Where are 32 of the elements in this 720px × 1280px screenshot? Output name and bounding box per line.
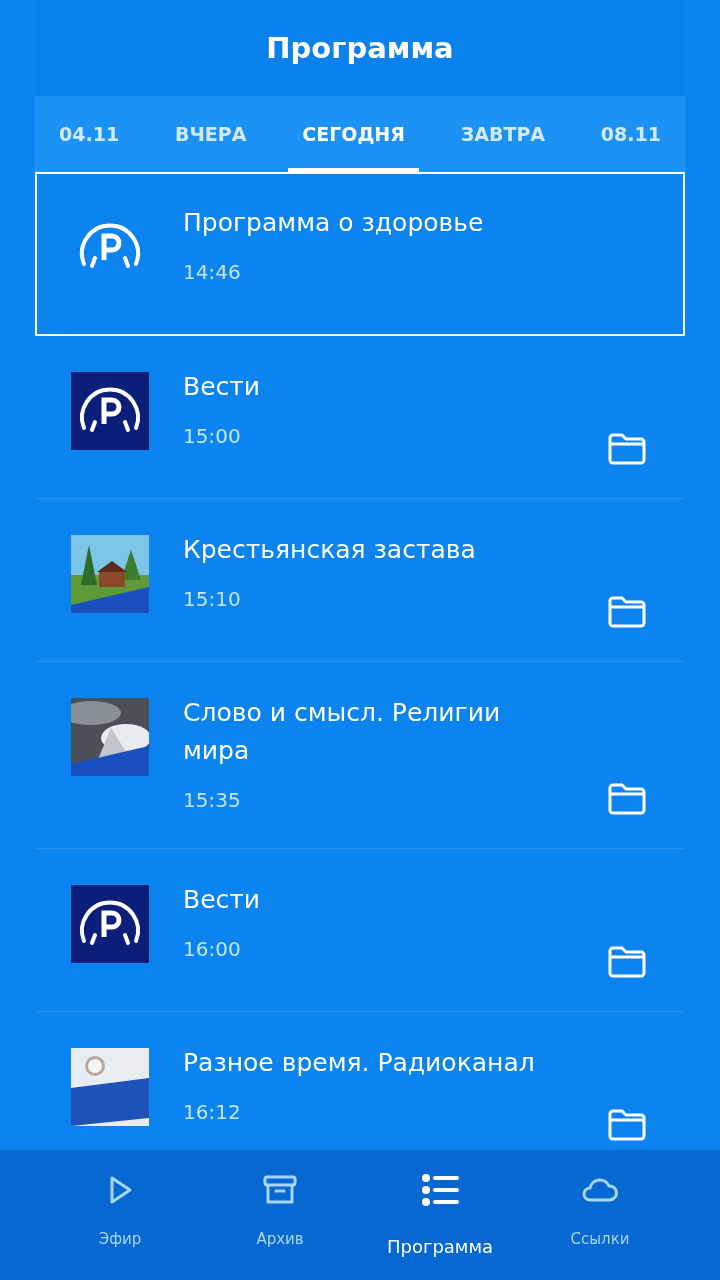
program-time: 15:00 bbox=[183, 424, 242, 448]
nav-tab[interactable]: Программа bbox=[370, 1150, 510, 1280]
folder-icon[interactable] bbox=[607, 782, 647, 816]
nav-tab[interactable]: Архив bbox=[210, 1150, 350, 1280]
program-time: 16:00 bbox=[183, 937, 242, 961]
date-tab[interactable]: 08.11 bbox=[586, 96, 675, 172]
program-row[interactable]: Вести 16:00 bbox=[35, 849, 685, 1012]
program-time: 15:10 bbox=[183, 587, 242, 611]
folder-icon[interactable] bbox=[607, 1108, 647, 1142]
program-title: Вести bbox=[183, 884, 261, 916]
screen-title: Программа bbox=[266, 31, 454, 65]
program-time: 16:12 bbox=[183, 1100, 242, 1124]
program-row[interactable]: Программа о здоровье 14:46 bbox=[35, 172, 685, 336]
program-time: 14:46 bbox=[183, 260, 242, 284]
nav-tab[interactable]: Эфир bbox=[50, 1150, 190, 1280]
program-time: 15:35 bbox=[183, 788, 242, 812]
program-title: Крестьянская застава bbox=[183, 534, 476, 566]
date-tab[interactable]: ВЧЕРА bbox=[160, 96, 261, 172]
folder-icon[interactable] bbox=[607, 595, 647, 629]
program-row[interactable]: Крестьянская застава 15:10 bbox=[35, 499, 685, 662]
program-row[interactable]: Вести 15:00 bbox=[35, 336, 685, 499]
folder-icon[interactable] bbox=[607, 945, 647, 979]
date-tab[interactable]: 04.11 bbox=[45, 96, 134, 172]
program-title: Вести bbox=[183, 371, 261, 403]
nav-tab[interactable]: Ссылки bbox=[530, 1150, 670, 1280]
folder-icon[interactable] bbox=[607, 432, 647, 466]
date-tab[interactable]: ЗАВТРА bbox=[446, 96, 559, 172]
program-row[interactable]: Слово и смысл. Религии мира 15:35 bbox=[35, 662, 685, 849]
program-title: Программа о здоровье bbox=[183, 207, 484, 239]
program-title: Слово и смысл. Религии мира bbox=[183, 697, 502, 767]
program-title: Разное время. Радиоканал bbox=[183, 1047, 535, 1079]
date-tab[interactable]: СЕГОДНЯ bbox=[288, 96, 419, 172]
